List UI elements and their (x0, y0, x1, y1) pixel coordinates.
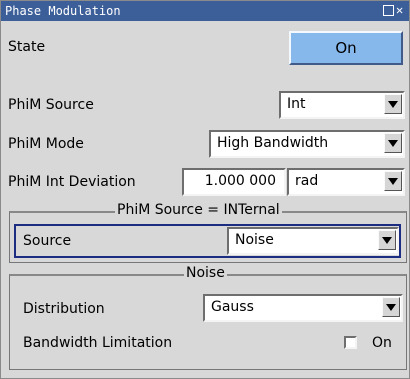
phim-mode-select[interactable]: High Bandwidth (209, 130, 405, 158)
phim-deviation-input[interactable]: 1.000 000 (182, 168, 286, 196)
title-bar: Phase Modulation ✕ (1, 1, 409, 21)
chevron-down-icon[interactable] (384, 171, 402, 191)
maximize-icon[interactable] (383, 5, 394, 16)
phim-deviation-unit: rad (295, 173, 319, 189)
window-title: Phase Modulation (5, 4, 121, 18)
phim-source-select[interactable]: Int (279, 91, 405, 119)
phim-source-label: PhiM Source (8, 97, 94, 113)
source-label: Source (23, 233, 72, 249)
source-value: Noise (235, 232, 274, 248)
bandwidth-limitation-label: Bandwidth Limitation (23, 335, 173, 351)
phim-mode-label: PhiM Mode (8, 136, 84, 152)
phim-deviation-label: PhiM Int Deviation (8, 174, 136, 190)
internal-group-title: PhiM Source = INTernal (115, 202, 282, 218)
noise-group (9, 274, 407, 370)
phim-mode-value: High Bandwidth (217, 135, 329, 151)
phim-source-value: Int (287, 96, 306, 112)
state-on-button[interactable]: On (289, 31, 403, 65)
phase-modulation-dialog: Phase Modulation ✕ State On PhiM Source … (0, 0, 410, 379)
source-select[interactable]: Noise (227, 227, 399, 255)
phim-deviation-unit-select[interactable]: rad (287, 168, 405, 196)
chevron-down-icon[interactable] (382, 297, 400, 317)
bandwidth-checkbox-label: On (372, 335, 392, 351)
chevron-down-icon[interactable] (384, 94, 402, 114)
noise-group-title: Noise (184, 265, 227, 281)
state-label: State (8, 39, 46, 55)
distribution-label: Distribution (23, 301, 105, 317)
bandwidth-limitation-checkbox[interactable] (344, 336, 357, 349)
chevron-down-icon[interactable] (378, 230, 396, 250)
chevron-down-icon[interactable] (384, 133, 402, 153)
distribution-value: Gauss (211, 299, 254, 315)
distribution-select[interactable]: Gauss (203, 294, 403, 322)
close-icon[interactable]: ✕ (396, 4, 408, 16)
